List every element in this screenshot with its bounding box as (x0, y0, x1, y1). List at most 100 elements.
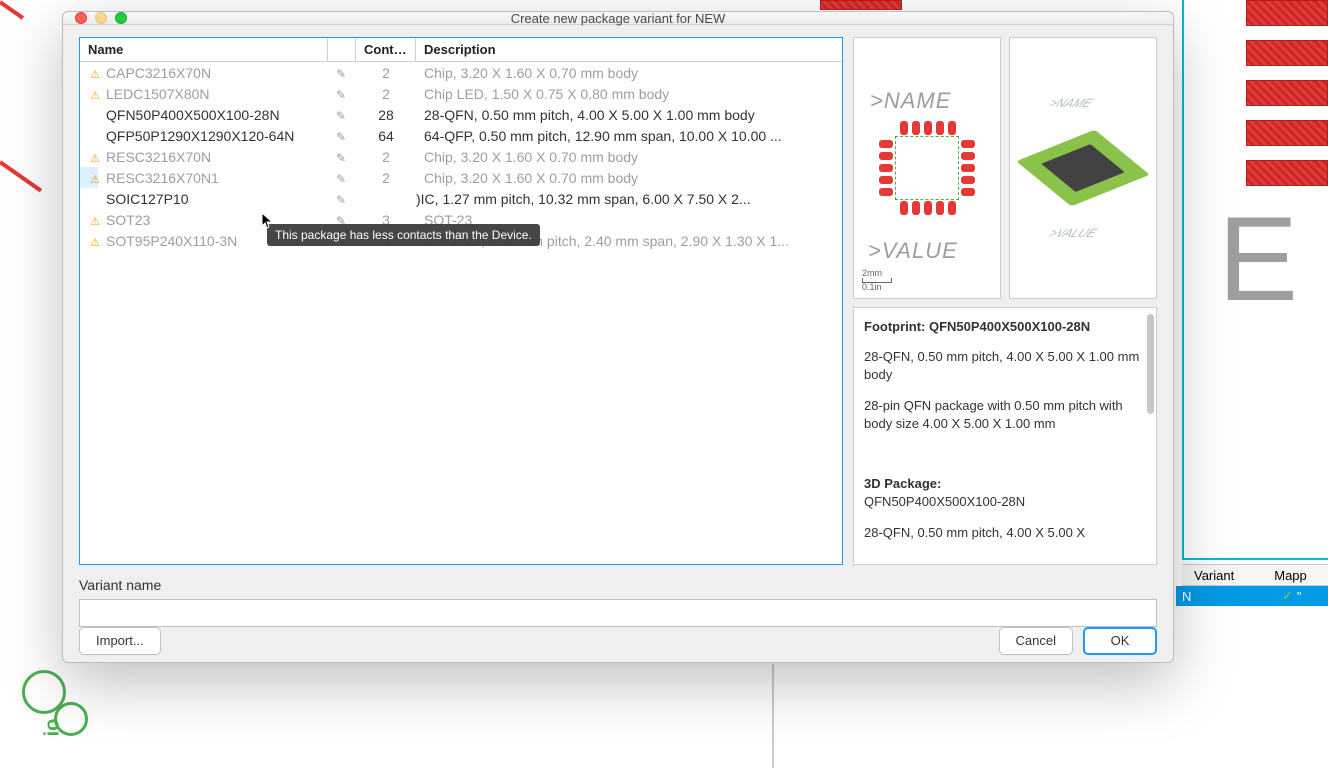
table-row[interactable]: ⚠ RESC3216X70N ✎ 2 Chip, 3.20 X 1.60 X 0.… (80, 146, 842, 167)
leaf-icon: ✎ (336, 109, 346, 123)
cell-desc: 64-QFP, 0.50 mm pitch, 12.90 mm span, 10… (416, 126, 842, 146)
warning-icon: ⚠ (88, 131, 102, 144)
warning-icon: ⚠ (88, 236, 102, 249)
leaf-icon: ✎ (336, 172, 346, 186)
leaf-icon: ✎ (336, 193, 346, 207)
fp-label: Footprint: (864, 319, 929, 334)
leaf-icon: ✎ (336, 88, 346, 102)
bg-pad (1246, 40, 1328, 66)
bg-divider (1182, 0, 1184, 560)
cell-name: RESC3216X70N (106, 149, 211, 165)
dialog-title: Create new package variant for NEW (63, 11, 1173, 26)
create-package-variant-dialog: Create new package variant for NEW Name … (62, 11, 1174, 663)
cell-name: SOIC127P10 (106, 191, 189, 207)
bg-divider (1182, 558, 1328, 560)
cell-desc: Chip LED, 1.50 X 0.75 X 0.80 mm body (416, 84, 842, 104)
warning-tooltip: This package has less contacts than the … (267, 224, 540, 246)
cell-contacts: 28 (356, 105, 416, 125)
cursor-icon (261, 212, 275, 230)
column-name[interactable]: Name (80, 38, 328, 61)
cell-name: SOT95P240X110-3N (106, 233, 237, 249)
cancel-button[interactable]: Cancel (999, 627, 1073, 655)
cell-name: SOT23 (106, 212, 150, 228)
fp-detail: 28-pin QFN package with 0.50 mm pitch wi… (864, 397, 1146, 433)
bg-row-quote: " (1297, 589, 1302, 604)
cell-name: QFP50P1290X1290X120-64N (106, 128, 294, 144)
warning-icon: ⚠ (88, 89, 102, 102)
ok-button[interactable]: OK (1083, 627, 1157, 655)
column-contacts[interactable]: Contacts (356, 38, 416, 61)
pkg-summary: 28-QFN, 0.50 mm pitch, 4.00 X 5.00 X (864, 524, 1146, 542)
warning-icon: ⚠ (88, 68, 102, 81)
bg-splitter[interactable] (772, 664, 774, 768)
bg-pad (1246, 0, 1328, 26)
qfn-3d-icon (1027, 136, 1138, 200)
bg-selected-row[interactable]: N ✓ " (1176, 586, 1328, 606)
bg-row-tail: N (1182, 589, 1282, 604)
value-3d-label: >VALUE (1046, 226, 1100, 240)
bg-col-variant: Variant (1194, 568, 1234, 583)
cell-desc: Chip, 3.20 X 1.60 X 0.70 mm body (416, 63, 842, 83)
pkg-label: 3D Package: (864, 476, 941, 491)
table-row[interactable]: ⚠RESC3216X70N1 ✎ 2 Chip, 3.20 X 1.60 X 0… (80, 167, 842, 188)
name-3d-label: >NAME (1046, 96, 1096, 110)
bg-table-header: Variant Mapp (1182, 564, 1328, 586)
pkg-name: QFN50P400X500X100-28N (864, 494, 1025, 509)
cell-contacts: 2 (356, 63, 416, 83)
fp-summary: 28-QFN, 0.50 mm pitch, 4.00 X 5.00 X 1.0… (864, 348, 1146, 384)
titlebar: Create new package variant for NEW (63, 12, 1173, 25)
cell-desc: 28-QFN, 0.50 mm pitch, 4.00 X 5.00 X 1.0… (416, 105, 842, 125)
column-description[interactable]: Description (416, 38, 842, 61)
bg-pad (1246, 120, 1328, 146)
check-icon: ✓ (1282, 588, 1293, 604)
cell-contacts: 2 (356, 168, 416, 188)
right-pane: >NAME (853, 37, 1157, 565)
cell-name: LEDC1507X80N (106, 86, 210, 102)
bg-pad (820, 0, 902, 10)
table-row[interactable]: ⚠ LEDC1507X80N ✎ 2 Chip LED, 1.50 X 0.75 … (80, 83, 842, 104)
variant-name-input[interactable] (79, 599, 1157, 627)
cell-name: RESC3216X70N1 (106, 170, 219, 186)
bg-col-mapping: Mapp (1274, 568, 1307, 583)
table-row[interactable]: ⚠ QFP50P1290X1290X120-64N ✎ 64 64-QFP, 0.… (80, 125, 842, 146)
table-row[interactable]: ⚠ CAPC3216X70N ✎ 2 Chip, 3.20 X 1.60 X 0.… (80, 62, 842, 83)
footprint-preview-3d[interactable]: >NAME >VALUE (1009, 37, 1157, 299)
outline-icon (895, 136, 959, 200)
table-row[interactable]: ⚠ SOIC127P10 ✎ )IC, 1.27 mm pitch, 10.32 … (80, 188, 842, 209)
warning-icon: ⚠ (88, 152, 102, 165)
warning-icon: ⚠ (88, 194, 102, 207)
cell-desc: Chip, 3.20 X 1.60 X 0.70 mm body (416, 168, 842, 188)
cell-contacts (356, 197, 416, 201)
cell-contacts: 2 (356, 147, 416, 167)
bg-pad (1246, 80, 1328, 106)
cell-contacts: 2 (356, 84, 416, 104)
dialog-footer: Import... Cancel OK (63, 627, 1173, 667)
cell-desc: )IC, 1.27 mm pitch, 10.32 mm span, 6.00 … (416, 189, 842, 209)
cell-contacts: 64 (356, 126, 416, 146)
cell-desc: Chip, 3.20 X 1.60 X 0.70 mm body (416, 147, 842, 167)
bg-trace (0, 0, 24, 19)
cell-name: CAPC3216X70N (106, 65, 211, 81)
bg-trace (0, 160, 42, 192)
column-generator[interactable] (328, 38, 356, 61)
leaf-icon: ✎ (336, 130, 346, 144)
table-row[interactable]: ⚠ QFN50P400X500X100-28N ✎ 28 28-QFN, 0.50… (80, 104, 842, 125)
bg-net-label: io (41, 719, 64, 737)
variant-name-label: Variant name (79, 577, 1157, 593)
cell-name: QFN50P400X500X100-28N (106, 107, 280, 123)
bg-placeholder-letter: E (1218, 190, 1298, 328)
bg-pad (1246, 160, 1328, 186)
warning-icon: ⚠ (88, 110, 102, 123)
import-button[interactable]: Import... (79, 627, 161, 655)
leaf-icon: ✎ (336, 151, 346, 165)
scrollbar-thumb[interactable] (1147, 314, 1154, 414)
package-description-panel[interactable]: Footprint: QFN50P400X500X100-28N 28-QFN,… (853, 307, 1157, 565)
package-list[interactable]: Name Contacts Description ⚠ CAPC3216X70N … (79, 37, 843, 565)
scale-indicator: 2mm 0.1in (862, 269, 892, 292)
value-placeholder-label: >VALUE (868, 238, 958, 264)
warning-icon: ⚠ (88, 215, 102, 228)
leaf-icon: ✎ (336, 67, 346, 81)
list-rows: ⚠ CAPC3216X70N ✎ 2 Chip, 3.20 X 1.60 X 0.… (80, 62, 842, 564)
fp-name: QFN50P400X500X100-28N (929, 319, 1090, 334)
footprint-preview-2d[interactable]: >NAME (853, 37, 1001, 299)
